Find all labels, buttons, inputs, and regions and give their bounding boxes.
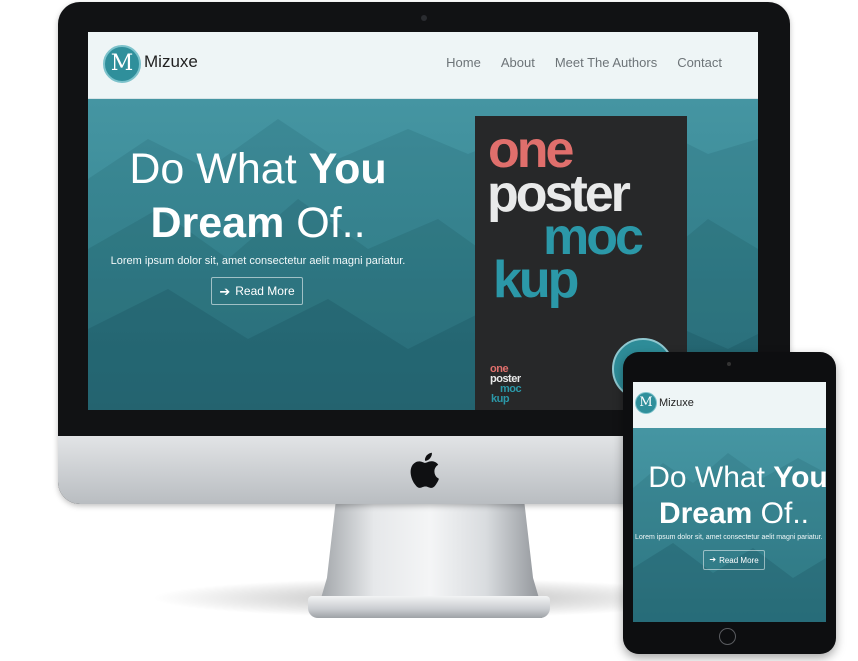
hero-heading-light: Do What [129,145,309,193]
ipad-screen: M Mizuxe Do What You Dream Of.. Lorem ip… [633,382,826,622]
ipad-read-more-button[interactable]: ➔ Read More [703,550,765,570]
ipad-hero-heading-line2: Dream Of.. [633,496,826,532]
hero-subtitle: Lorem ipsum dolor sit, amet consectetur … [110,255,406,267]
ipad-camera [727,362,731,366]
hero-heading-line1: Do What You [88,143,428,195]
ipad-hero-section: Do What You Dream Of.. Lorem ipsum dolor… [633,428,826,622]
ipad-hero-heading-bold: You [773,461,826,494]
brand-name[interactable]: Mizuxe [144,52,198,72]
ipad-read-more-label: Read More [719,555,759,565]
ipad-hero-heading-bold: Dream [658,497,753,530]
hero-heading-bold: Dream [150,199,285,247]
nav-link-contact[interactable]: Contact [677,55,722,70]
ipad-hero-heading-light: Of.. [752,497,810,530]
arrow-right-icon: ➔ [709,555,717,564]
ipad-site-navbar: M Mizuxe [633,382,826,428]
read-more-label: Read More [235,284,295,298]
nav-link-meet-the-authors[interactable]: Meet The Authors [555,55,657,70]
imac-stand-foot [308,596,550,618]
imac-camera [421,15,427,21]
nav-links: Home About Meet The Authors Contact [446,55,722,70]
nav-link-home[interactable]: Home [446,55,481,70]
hero-heading-bold: You [308,145,387,193]
ipad-hero-heading-line1: Do What You [633,460,826,496]
apple-logo-icon [410,452,439,488]
nav-link-about[interactable]: About [501,55,535,70]
read-more-button[interactable]: ➔ Read More [211,277,303,305]
ipad-brand-name[interactable]: Mizuxe [659,397,694,409]
ipad-device: M Mizuxe Do What You Dream Of.. Lorem ip… [623,352,836,654]
poster-mini-kup: kup [491,393,510,405]
ipad-hero-heading-light: Do What [648,461,774,494]
site-navbar: M Mizuxe Home About Meet The Authors Con… [88,32,758,99]
ipad-home-button[interactable] [719,628,736,645]
hero-heading-light: Of.. [284,199,366,247]
poster-word-kup: kup [493,251,579,309]
brand-logo-icon[interactable]: M [103,45,141,83]
arrow-right-icon: ➔ [219,283,231,299]
ipad-brand-logo-icon[interactable]: M [635,392,657,414]
ipad-hero-subtitle: Lorem ipsum dolor sit, amet consectetur … [635,534,823,541]
hero-heading-line2: Dream Of.. [88,197,428,249]
